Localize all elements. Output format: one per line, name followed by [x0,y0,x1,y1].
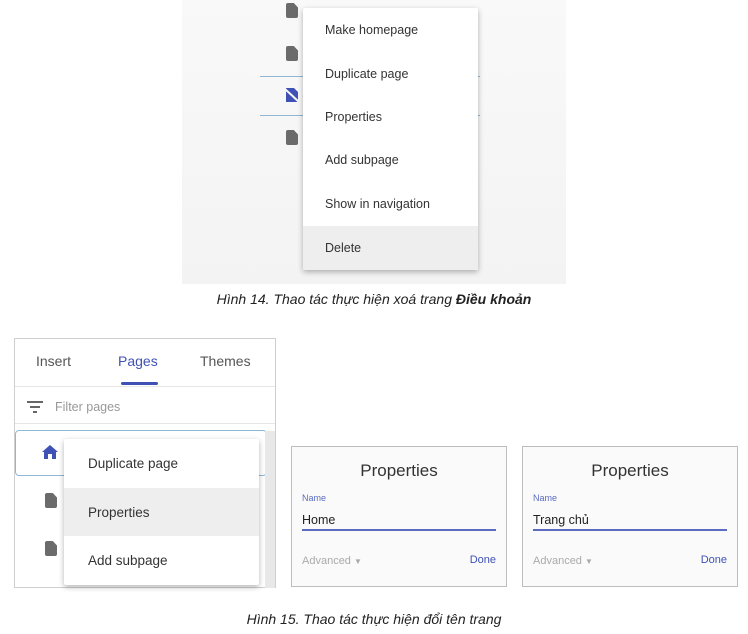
name-label: Name [302,493,327,503]
input-underline [533,529,727,531]
menu-item-properties[interactable]: Properties [64,488,259,536]
figure-14-caption: Hình 14. Thao tác thực hiện xoá trang Đi… [0,291,748,307]
filter-icon[interactable] [26,400,44,414]
caption-text: Hình 14. Thao tác thực hiện xoá trang [216,291,456,307]
divider [15,423,275,424]
active-tab-indicator [121,382,158,385]
menu-item-duplicate-page[interactable]: Duplicate page [303,52,478,95]
properties-dialog-before: Properties Name Home Advanced ▼ Done [291,446,507,587]
menu-item-delete[interactable]: Delete [303,226,478,270]
page-icon [286,46,298,61]
advanced-dropdown[interactable]: Advanced ▼ [302,555,362,567]
page-context-menu: Duplicate page Properties Add subpage [64,439,259,585]
page-context-menu: Make homepage Duplicate page Properties … [303,8,478,270]
page-icon [45,493,57,508]
figure-14-screenshot: Make homepage Duplicate page Properties … [182,0,566,284]
done-button[interactable]: Done [470,554,496,566]
name-value: Trang chủ [533,513,589,527]
menu-item-show-in-navigation[interactable]: Show in navigation [303,182,478,226]
tab-pages[interactable]: Pages [118,353,158,369]
caption-bold-text: Điều khoản [455,291,532,307]
name-label: Name [533,493,558,503]
tab-insert[interactable]: Insert [36,353,71,369]
home-icon [42,445,58,459]
name-input[interactable]: Home [302,513,335,527]
tab-themes[interactable]: Themes [200,353,251,369]
pages-panel: Insert Pages Themes Filter pages Duplica… [14,338,276,588]
name-input[interactable]: Trang chủ [533,513,589,527]
divider [15,386,275,387]
page-icon [286,3,298,18]
caret-down-icon: ▼ [354,557,362,566]
menu-item-properties[interactable]: Properties [303,95,478,138]
done-button[interactable]: Done [701,554,727,566]
advanced-label: Advanced [302,555,351,567]
scrollbar[interactable] [265,431,275,588]
menu-item-make-homepage[interactable]: Make homepage [303,8,478,52]
hidden-page-icon [284,88,300,103]
filter-pages-input[interactable]: Filter pages [55,400,120,414]
advanced-dropdown[interactable]: Advanced ▼ [533,555,593,567]
page-icon [45,541,57,556]
input-underline [302,529,496,531]
menu-item-duplicate-page[interactable]: Duplicate page [64,439,259,488]
menu-item-add-subpage[interactable]: Add subpage [303,138,478,182]
dialog-title: Properties [591,461,669,480]
caret-down-icon: ▼ [585,557,593,566]
page-icon [286,130,298,145]
figure-15-caption: Hình 15. Thao tác thực hiện đổi tên tran… [246,611,502,627]
properties-dialog-after: Properties Name Trang chủ Advanced ▼ Don… [522,446,738,587]
dialog-title: Properties [360,461,438,480]
menu-item-add-subpage[interactable]: Add subpage [64,536,259,585]
advanced-label: Advanced [533,555,582,567]
